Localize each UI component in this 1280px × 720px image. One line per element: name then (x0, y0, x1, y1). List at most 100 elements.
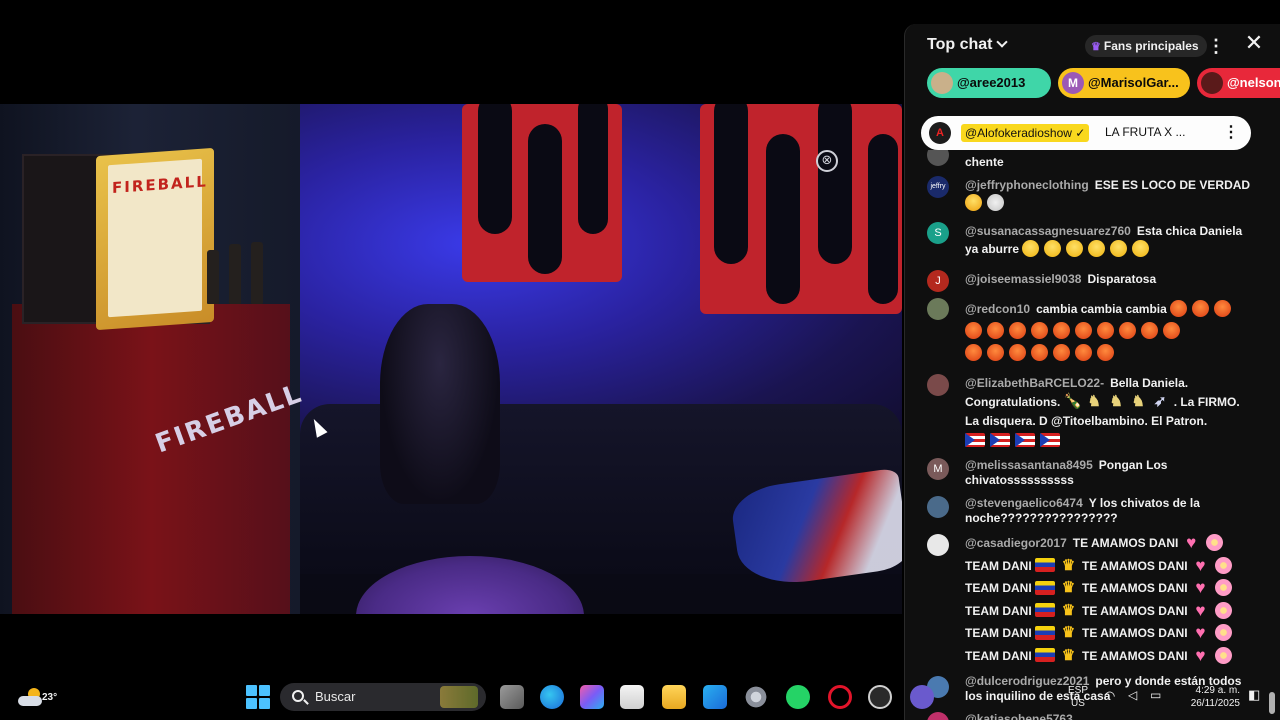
avatar (927, 534, 949, 556)
app-icon[interactable] (703, 685, 727, 709)
angry-emoji-icon (1119, 322, 1136, 340)
edge-browser-icon[interactable] (540, 685, 564, 709)
flag-ve-emoji-icon (1035, 558, 1056, 573)
pinned-message[interactable]: A @Alofokeradioshow ✓ LA FRUTA X ... ⋮ (921, 116, 1251, 150)
heart-emoji-icon: ♥ (1195, 578, 1206, 598)
wifi-icon[interactable]: ◠ (1104, 688, 1115, 704)
search-icon (292, 690, 304, 702)
angry-emoji-icon (1163, 322, 1180, 340)
app-icon[interactable] (910, 685, 934, 709)
file-explorer-icon[interactable] (662, 685, 686, 709)
angry-emoji-icon (987, 322, 1004, 340)
ticker-pill[interactable]: @nelsonr (1197, 68, 1280, 98)
flag-ve-emoji-icon (1035, 625, 1056, 640)
bottles (205, 234, 275, 304)
avatar (927, 496, 949, 518)
pinned-text: LA FRUTA X ... (1105, 125, 1186, 139)
username[interactable]: @susanacassagnesuarez760 (965, 224, 1131, 238)
battery-icon[interactable]: ▭ (1150, 688, 1161, 702)
angry-emoji-icon (965, 322, 982, 340)
chevron-down-icon (996, 36, 1009, 48)
notification-bell-icon[interactable]: ◧ (1248, 687, 1260, 703)
username[interactable]: @melissasantana8495 (965, 458, 1093, 472)
start-button[interactable] (246, 685, 270, 709)
ticker-pill[interactable]: M @MarisolGar... (1058, 68, 1190, 98)
crown-emoji-icon: ♛ (1061, 556, 1076, 574)
person (380, 304, 500, 504)
taskbar-search[interactable]: Buscar (280, 683, 486, 711)
flag-ve-emoji-icon (1035, 648, 1056, 663)
avatar (1201, 71, 1223, 94)
heart-emoji-icon: ♥ (1195, 600, 1206, 620)
chat-message-list[interactable]: chente jeffry @jeffryphoneclothing ESE ES… (905, 150, 1280, 720)
language-indicator[interactable]: ESP US (1068, 684, 1088, 710)
chat-mode-label: Top chat (927, 36, 993, 53)
wall-panel (700, 104, 902, 314)
pinned-username: @Alofokeradioshow ✓ (961, 124, 1090, 142)
meh-emoji-icon (1110, 240, 1128, 258)
fans-label: Fans principales (1103, 39, 1199, 53)
angry-emoji-icon (1031, 322, 1048, 340)
meh-emoji-icon (1132, 240, 1150, 258)
champagne-emoji-icon: 🍾 (1063, 393, 1083, 411)
heart-emoji-icon: ♥ (1195, 645, 1206, 665)
username[interactable]: @joiseemassiel9038 (965, 272, 1081, 286)
rocket-emoji-icon: ➶ (1153, 393, 1167, 411)
glass-emoji-icon: ♞ (1087, 393, 1101, 411)
ticker-pill[interactable]: @aree2013 (927, 68, 1051, 98)
avatar: M (1062, 71, 1084, 94)
flower-emoji-icon (1214, 646, 1232, 664)
whatsapp-icon[interactable] (786, 685, 810, 709)
fans-principales-button[interactable]: ♛ Fans principales (1085, 35, 1207, 57)
video-player[interactable]: FIREBALL FIREBALL ⊗ (0, 104, 902, 614)
glass-emoji-icon: ♞ (1131, 393, 1145, 411)
store-icon[interactable] (620, 685, 644, 709)
crown-emoji-icon: ♛ (1061, 624, 1076, 642)
screen: FIREBALL FIREBALL ⊗ Top chat ♛ Fans princ… (0, 0, 1280, 720)
avatar: jeffry (927, 176, 949, 198)
angry-emoji-icon (1192, 300, 1210, 318)
angry-emoji-icon (1009, 344, 1026, 362)
more-vert-icon[interactable]: ⋮ (1207, 36, 1225, 56)
flag-pr-emoji-icon (1040, 432, 1060, 447)
message-text: Disparatosa (1087, 272, 1157, 286)
copilot-icon[interactable] (580, 685, 604, 709)
fridge-door: FIREBALL (96, 147, 214, 331)
angry-emoji-icon (1053, 344, 1070, 362)
system-clock[interactable]: 4:29 a. m. 26/11/2025 (1180, 684, 1240, 710)
volume-icon[interactable]: ◁ (1128, 688, 1137, 702)
angry-emoji-icon (1075, 322, 1092, 340)
username[interactable]: @redcon10 (965, 302, 1030, 316)
search-placeholder: Buscar (315, 689, 356, 704)
heart-emoji-icon: ♥ (1195, 555, 1206, 575)
username[interactable]: @casadiegor2017 (965, 536, 1067, 550)
crown-emoji-icon: ♛ (1061, 579, 1076, 597)
more-vert-icon[interactable]: ⋮ (1223, 122, 1239, 142)
overlay-close-icon[interactable]: ⊗ (816, 150, 838, 172)
angry-emoji-icon (1214, 300, 1232, 318)
flag-pr-emoji-icon (965, 432, 985, 447)
task-view-icon[interactable] (500, 685, 524, 709)
fridge-label: FIREBALL (112, 172, 208, 198)
cloud-icon (18, 696, 42, 706)
flower-emoji-icon (1214, 579, 1232, 597)
close-icon[interactable]: ✕ (1243, 33, 1265, 55)
settings-gear-icon[interactable] (744, 685, 768, 709)
username[interactable]: @stevengaelico6474 (965, 496, 1083, 510)
obs-icon[interactable] (868, 685, 892, 709)
avatar (927, 298, 949, 320)
avatar: S (927, 222, 949, 244)
weather-widget[interactable]: 23° (16, 682, 57, 712)
flower-emoji-icon (1214, 601, 1232, 619)
red-cabinet: FIREBALL (12, 304, 307, 614)
username[interactable]: @ElizabethBaRCELO22- (965, 376, 1104, 390)
username[interactable]: @jeffryphoneclothing (965, 178, 1089, 192)
chat-mode-dropdown[interactable]: Top chat (927, 36, 1009, 54)
meh-emoji-icon (1088, 240, 1106, 258)
crown-emoji-icon: ♛ (1061, 646, 1076, 664)
avatar: A (929, 122, 951, 144)
opera-icon[interactable] (828, 685, 852, 709)
crown-emoji-icon: ♛ (1061, 601, 1076, 619)
flower-emoji-icon (1205, 534, 1223, 552)
flower-emoji-icon (1214, 624, 1232, 642)
